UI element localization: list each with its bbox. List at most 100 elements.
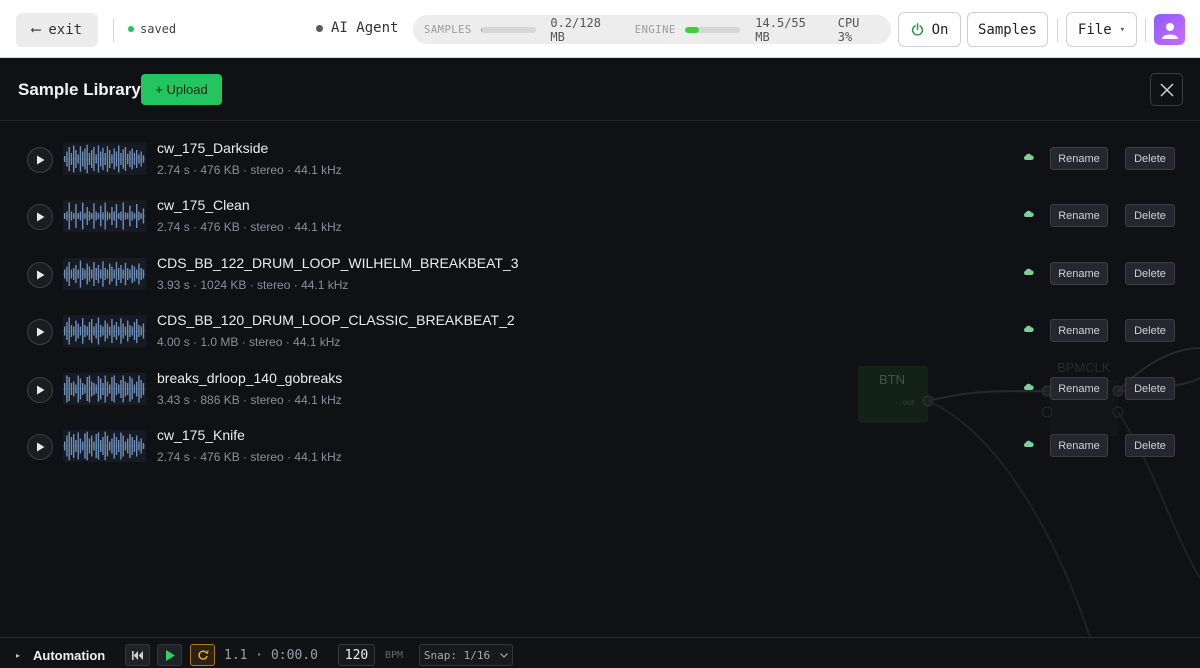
- sample-meta: 3.43 s · 886 KB · stereo · 44.1 kHz: [157, 393, 342, 407]
- close-icon: [1159, 82, 1174, 97]
- play-sample-button[interactable]: [27, 262, 53, 288]
- sample-meta: 4.00 s · 1.0 MB · stereo · 44.1 kHz: [157, 335, 341, 349]
- waveform-thumbnail: [63, 258, 146, 290]
- power-icon: [911, 23, 923, 36]
- play-sample-button[interactable]: [27, 319, 53, 345]
- play-icon: [36, 385, 44, 395]
- sample-meta: 3.93 s · 1024 KB · stereo · 44.1 kHz: [157, 278, 349, 292]
- cloud-icon: [1024, 268, 1034, 275]
- sample-row: CDS_BB_122_DRUM_LOOP_WILHELM_BREAKBEAT_3…: [0, 247, 1200, 304]
- engine-usage-bar: [684, 26, 741, 33]
- user-avatar[interactable]: [1154, 14, 1185, 45]
- rename-button[interactable]: Rename: [1050, 262, 1108, 285]
- divider: [113, 18, 114, 42]
- delete-button[interactable]: Delete: [1125, 319, 1175, 342]
- play-sample-button[interactable]: [27, 147, 53, 173]
- resource-meter: SAMPLES 0.2/128 MB ENGINE 14.5/55 MB CPU…: [413, 15, 891, 44]
- rename-button[interactable]: Rename: [1050, 319, 1108, 342]
- loop-button[interactable]: [190, 644, 215, 666]
- play-sample-button[interactable]: [27, 434, 53, 460]
- delete-button[interactable]: Delete: [1125, 204, 1175, 227]
- user-icon: [1161, 22, 1178, 39]
- play-icon: [36, 270, 44, 280]
- delete-button[interactable]: Delete: [1125, 262, 1175, 285]
- panel-title: Sample Library: [18, 80, 141, 99]
- rename-button[interactable]: Rename: [1050, 204, 1108, 227]
- agent-status-dot-icon: [316, 24, 323, 32]
- play-icon: [36, 212, 44, 222]
- saved-status-dot-icon: [128, 26, 134, 32]
- expand-caret-icon[interactable]: ▸: [12, 644, 24, 666]
- samples-usage-value: 0.2/128 MB: [550, 15, 601, 44]
- bpm-input[interactable]: 120: [338, 644, 375, 666]
- rename-button[interactable]: Rename: [1050, 377, 1108, 400]
- play-sample-button[interactable]: [27, 377, 53, 403]
- engine-meter-label: ENGINE: [634, 23, 676, 36]
- exit-label: exit: [48, 22, 83, 38]
- file-button-label: File: [1077, 21, 1112, 38]
- samples-usage-bar: [480, 26, 537, 33]
- bpm-label: BPM: [385, 649, 404, 661]
- sample-meta: 2.74 s · 476 KB · stereo · 44.1 kHz: [157, 450, 342, 464]
- play-icon: [36, 155, 44, 165]
- play-sample-button[interactable]: [27, 204, 53, 230]
- cloud-icon: [1024, 210, 1034, 217]
- upload-button[interactable]: + Upload: [141, 74, 222, 105]
- sample-meta: 2.74 s · 476 KB · stereo · 44.1 kHz: [157, 163, 342, 177]
- snap-select[interactable]: Snap: 1/16: [419, 644, 513, 666]
- waveform-thumbnail: [63, 200, 146, 232]
- sample-name: cw_175_Clean: [157, 197, 250, 213]
- play-icon: [36, 442, 44, 452]
- cloud-icon: [1024, 325, 1034, 332]
- chevron-down-icon: ▾: [1119, 24, 1126, 35]
- samples-button[interactable]: Samples: [967, 12, 1048, 47]
- loop-icon: [197, 650, 209, 660]
- sample-row: breaks_drloop_140_gobreaks 3.43 s · 886 …: [0, 362, 1200, 419]
- delete-button[interactable]: Delete: [1125, 434, 1175, 457]
- play-icon: [36, 327, 44, 337]
- sample-row: CDS_BB_120_DRUM_LOOP_CLASSIC_BREAKBEAT_2…: [0, 304, 1200, 361]
- rename-button[interactable]: Rename: [1050, 434, 1108, 457]
- engine-usage-fill: [684, 26, 700, 33]
- waveform-thumbnail: [63, 430, 146, 462]
- power-toggle-button[interactable]: On: [898, 12, 961, 47]
- panel-header: Sample Library + Upload: [0, 58, 1200, 121]
- rewind-button[interactable]: [125, 644, 150, 666]
- skip-back-icon: [132, 650, 143, 660]
- ai-agent-button[interactable]: AI Agent: [316, 20, 398, 36]
- sample-meta: 2.74 s · 476 KB · stereo · 44.1 kHz: [157, 220, 342, 234]
- divider: [1145, 18, 1146, 42]
- save-status: saved: [128, 22, 176, 36]
- close-panel-button[interactable]: [1150, 73, 1183, 106]
- cloud-icon: [1024, 440, 1034, 447]
- delete-button[interactable]: Delete: [1125, 377, 1175, 400]
- sample-row: cw_175_Clean 2.74 s · 476 KB · stereo · …: [0, 189, 1200, 246]
- sample-name: CDS_BB_120_DRUM_LOOP_CLASSIC_BREAKBEAT_2: [157, 312, 515, 328]
- samples-button-label: Samples: [977, 21, 1037, 38]
- sample-name: cw_175_Knife: [157, 427, 245, 443]
- play-icon: [165, 649, 175, 661]
- power-label: On: [931, 21, 949, 38]
- waveform-thumbnail: [63, 315, 146, 347]
- waveform-thumbnail: [63, 143, 146, 175]
- file-menu-button[interactable]: File ▾: [1066, 12, 1137, 47]
- sample-library-panel: BTN out BPMCLK Sample Library + Upload c…: [0, 58, 1200, 637]
- cpu-usage: CPU 3%: [837, 15, 860, 44]
- sample-row: cw_175_Darkside 2.74 s · 476 KB · stereo…: [0, 132, 1200, 189]
- playhead-position: 1.1 · 0:00.0: [224, 647, 318, 663]
- chevron-down-icon: [500, 652, 509, 658]
- delete-button[interactable]: Delete: [1125, 147, 1175, 170]
- engine-usage-value: 14.5/55 MB: [755, 15, 806, 44]
- samples-meter-label: SAMPLES: [424, 23, 472, 36]
- cloud-icon: [1024, 153, 1034, 160]
- rename-button[interactable]: Rename: [1050, 147, 1108, 170]
- automation-toggle[interactable]: Automation: [33, 644, 105, 666]
- snap-value: Snap: 1/16: [423, 648, 491, 662]
- back-arrow-icon: ⟵: [31, 22, 41, 38]
- play-button[interactable]: [157, 644, 182, 666]
- transport-bar: ▸ Automation 1.1 · 0:00.0 120 BPM Snap: …: [0, 637, 1200, 668]
- sample-name: cw_175_Darkside: [157, 140, 269, 156]
- waveform-thumbnail: [63, 373, 146, 405]
- exit-button[interactable]: ⟵ exit: [16, 13, 98, 47]
- sample-row: cw_175_Knife 2.74 s · 476 KB · stereo · …: [0, 419, 1200, 476]
